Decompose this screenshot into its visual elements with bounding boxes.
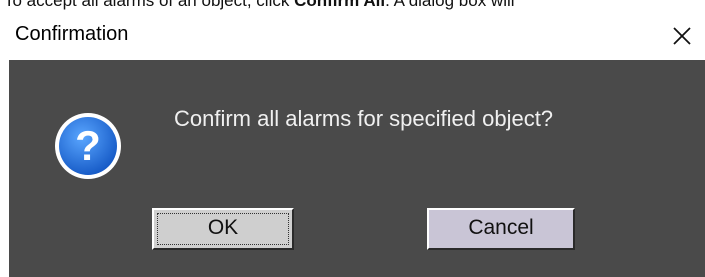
ok-button[interactable]: OK bbox=[152, 208, 294, 250]
doc-text-end: . A dialog box will bbox=[385, 0, 515, 10]
close-icon bbox=[673, 27, 691, 45]
doc-text-bold: Confirm All bbox=[294, 0, 386, 10]
confirmation-dialog: Confirmation ? Confirm all alarms for sp… bbox=[9, 12, 705, 277]
dialog-message: Confirm all alarms for specified object? bbox=[174, 106, 554, 131]
focus-rectangle bbox=[157, 213, 289, 245]
question-icon: ? bbox=[55, 113, 121, 179]
svg-text:?: ? bbox=[75, 122, 101, 169]
dialog-titlebar: Confirmation bbox=[9, 12, 705, 60]
background-document-text: To accept all alarms of an object, click… bbox=[0, 0, 705, 11]
cancel-button-label: Cancel bbox=[468, 216, 534, 239]
dialog-content: ? Confirm all alarms for specified objec… bbox=[9, 60, 705, 277]
doc-text-start: To accept all alarms of an object, click bbox=[4, 0, 295, 10]
close-button[interactable] bbox=[659, 12, 705, 60]
cancel-button[interactable]: Cancel bbox=[427, 208, 575, 250]
dialog-title: Confirmation bbox=[15, 23, 129, 45]
